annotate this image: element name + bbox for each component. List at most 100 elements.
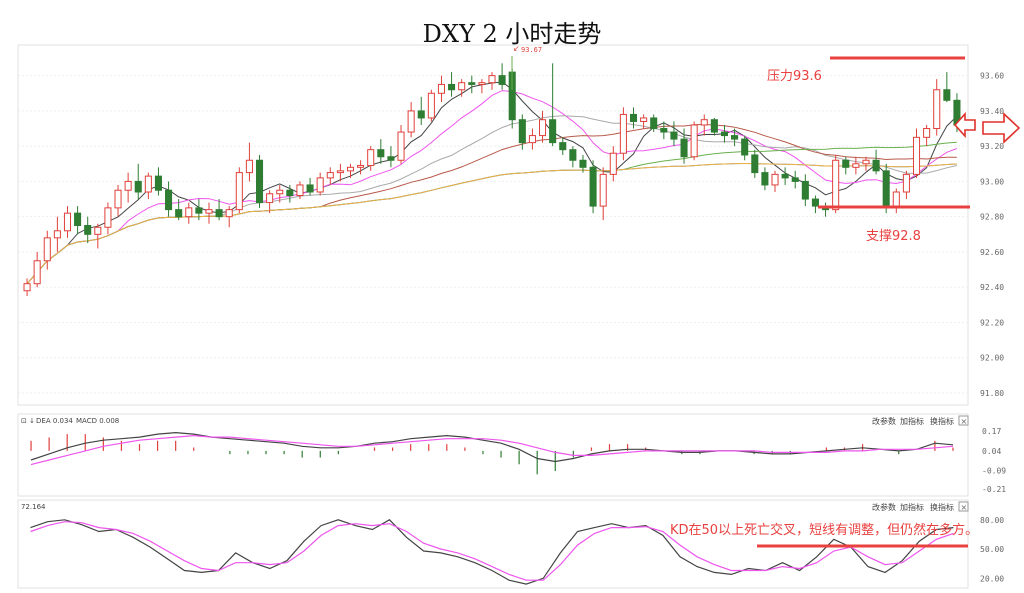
- candle-body: [154, 175, 162, 191]
- kd-y-tick-label: 20.00: [980, 574, 1004, 583]
- arrow-right-icon: [982, 112, 1021, 144]
- candle-body: [569, 149, 577, 161]
- candle-body: [124, 180, 132, 191]
- candle-body: [640, 117, 648, 122]
- y-tick-label: 92.40: [980, 283, 1004, 292]
- candle-body: [357, 165, 365, 168]
- y-tick-label: 92.00: [980, 354, 1004, 363]
- candle-body: [690, 124, 698, 158]
- y-tick-label: 92.80: [980, 213, 1004, 222]
- candle-body: [43, 237, 51, 262]
- candle-body: [94, 226, 102, 235]
- kd-panel-frame: [17, 499, 969, 589]
- macd-dea-label: DEA 0.034: [36, 417, 73, 425]
- candle-body: [175, 209, 183, 218]
- candle-body: [316, 177, 324, 193]
- candle-body: [650, 117, 658, 130]
- ma5-line: [26, 81, 958, 285]
- candle-body: [367, 149, 375, 167]
- candle-body: [872, 159, 880, 172]
- candle-body: [407, 110, 415, 133]
- macd-panel-frame: [17, 413, 969, 497]
- close-label[interactable]: ×: [961, 417, 968, 426]
- kd-y-axis: 80.00 50.00 20.00: [980, 516, 1004, 583]
- candle-body: [134, 180, 142, 193]
- candle-body: [720, 131, 729, 137]
- candle-body: [852, 163, 860, 168]
- macd-value-label: MACD 0.008: [76, 417, 119, 425]
- y-tick-label: 93.40: [980, 107, 1004, 116]
- candle-body: [751, 154, 759, 174]
- main-panel-frame: [17, 44, 969, 406]
- macd-lines: [30, 431, 954, 466]
- candle-body: [741, 138, 749, 156]
- candle-body: [33, 260, 41, 285]
- kd-y-tick-label: 50.00: [980, 545, 1004, 554]
- y-tick-label: 93.20: [980, 142, 1004, 151]
- candle-body: [811, 198, 819, 207]
- candle-body: [943, 89, 951, 101]
- candle-body: [539, 119, 547, 137]
- candle-body: [448, 83, 456, 91]
- support-label: 支撑92.8: [866, 229, 921, 244]
- candle-body: [397, 131, 405, 161]
- candle-body: [266, 193, 274, 204]
- kd-add-indicator-button[interactable]: 加指标: [900, 502, 924, 512]
- candle-body: [84, 225, 92, 235]
- candle-body: [488, 75, 496, 84]
- candle-body: [549, 119, 557, 144]
- macd-y-axis: 0.17 0.04 -0.09 -0.21: [982, 427, 1006, 494]
- y-tick-label: 92.20: [980, 318, 1004, 327]
- candle-body: [165, 189, 173, 211]
- candle-body: [215, 209, 223, 218]
- candle-body: [255, 159, 264, 204]
- macd-histogram: [30, 434, 954, 475]
- candle-body: [629, 113, 638, 122]
- candle-body: [104, 207, 112, 228]
- candle-body: [579, 159, 587, 168]
- kd-change-params-button[interactable]: 改参数: [872, 502, 896, 512]
- candle-body: [912, 136, 921, 175]
- dxy-chart: 93.60 93.40 93.20 93.00 92.80 92.60 92.40 92.20…: [17, 44, 1021, 589]
- price-marker: 93.67: [521, 46, 542, 54]
- candle-body: [74, 212, 82, 227]
- macd-panel: ⊡ ↓ DEA 0.034 MACD 0.008 改参数 加指标 换指标 × 0…: [17, 413, 1006, 497]
- kd-switch-indicator-button[interactable]: 换指标: [930, 502, 954, 512]
- main-grid: [18, 75, 968, 394]
- y-tick-label: 93.60: [980, 72, 1004, 81]
- candle-body: [842, 159, 850, 168]
- candle-body: [346, 166, 355, 172]
- candle-body: [427, 92, 435, 119]
- candle-body: [205, 209, 213, 214]
- candle-body: [478, 82, 486, 85]
- macd-y-tick-label: -0.09: [982, 467, 1006, 476]
- switch-indicator-button[interactable]: 换指标: [930, 416, 954, 426]
- candle-body: [599, 173, 607, 207]
- y-tick-label: 92.60: [980, 248, 1004, 257]
- candle-body: [245, 159, 253, 174]
- change-params-button[interactable]: 改参数: [872, 416, 896, 426]
- candle-body: [468, 82, 476, 85]
- candle-body: [235, 172, 243, 211]
- candle-body: [458, 82, 466, 91]
- macd-y-tick-label: 0.17: [982, 427, 1001, 436]
- macd-y-tick-label: 0.04: [982, 447, 1001, 456]
- candle-body: [700, 119, 708, 126]
- macd-dea-line: [30, 434, 954, 466]
- kd-close-label[interactable]: ×: [961, 503, 968, 512]
- add-indicator-button[interactable]: 加指标: [900, 416, 924, 426]
- candle-body: [892, 191, 900, 207]
- kd-annotation: KD在50以上死亡交叉，短线有调整，但仍然在多方。: [670, 522, 978, 538]
- candle-body: [417, 110, 425, 119]
- candle-body: [336, 170, 344, 174]
- candle-body: [225, 209, 233, 218]
- candle-body: [801, 180, 809, 200]
- y-tick-label: 91.80: [980, 389, 1004, 398]
- candle-body: [771, 173, 779, 186]
- kd-value-label: 72.164: [21, 503, 46, 511]
- candle-body: [781, 173, 789, 179]
- candle-body: [387, 156, 395, 161]
- candle-body: [296, 184, 304, 197]
- candle-body: [559, 142, 567, 151]
- macd-y-tick-label: -0.21: [982, 485, 1006, 494]
